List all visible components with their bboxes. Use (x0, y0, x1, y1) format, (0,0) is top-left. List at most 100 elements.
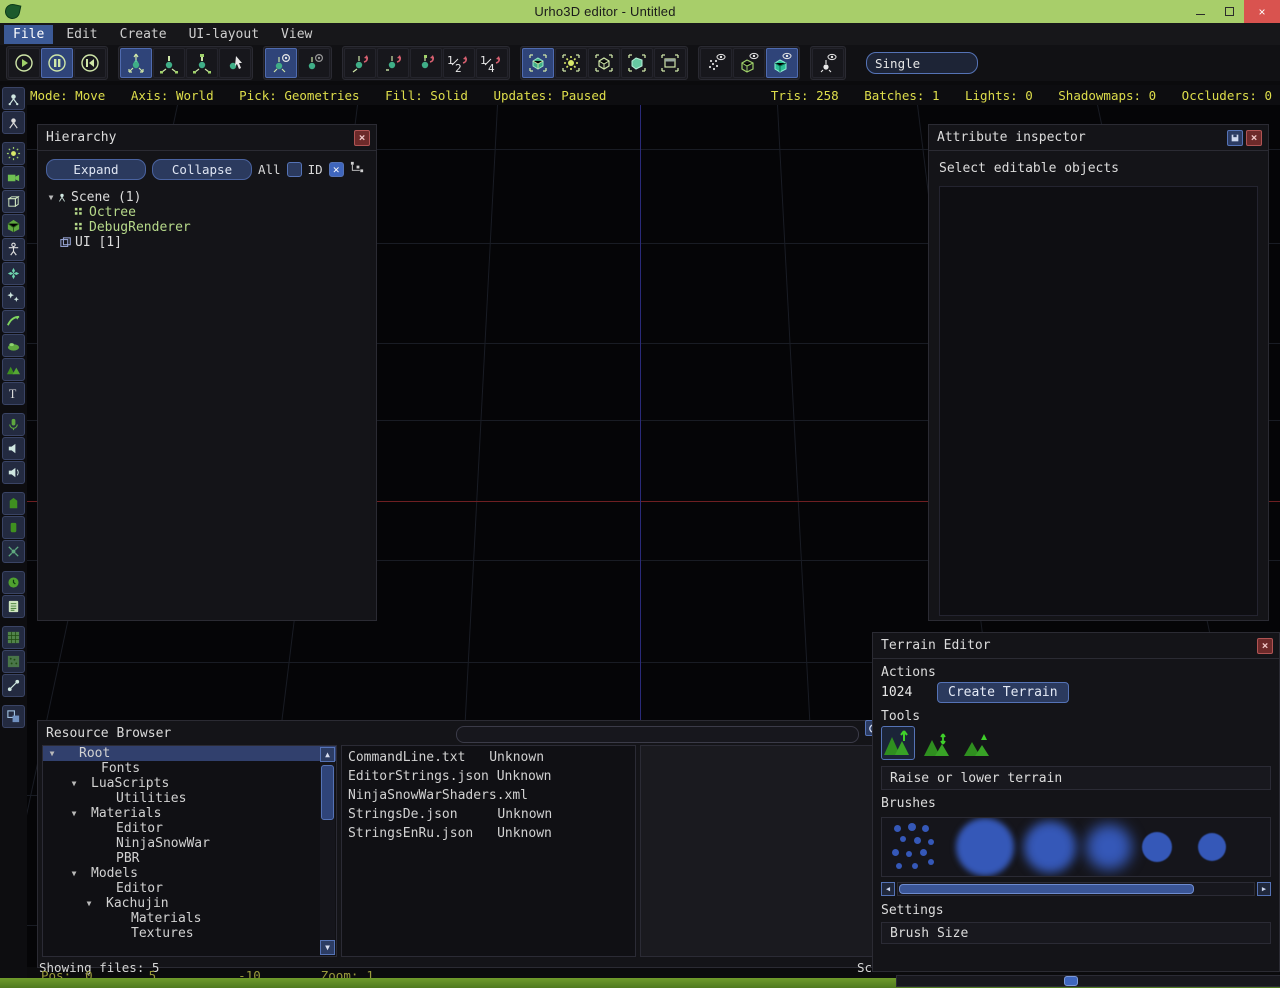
snap-move-button[interactable] (344, 48, 376, 78)
sound-listener2-icon[interactable] (2, 461, 25, 484)
animated-model-icon[interactable] (2, 214, 25, 237)
id-checkbox[interactable]: ✕ (328, 162, 344, 177)
navigable-icon[interactable] (2, 595, 25, 618)
attribute-list-area[interactable] (939, 186, 1258, 616)
edit-move-button[interactable] (120, 48, 152, 78)
file-row[interactable]: CommandLine.txt Unknown (348, 750, 635, 769)
brush-scatter[interactable] (890, 821, 946, 873)
toggle-rendering-debug-button[interactable] (812, 48, 844, 78)
text3d-icon[interactable]: T (2, 382, 25, 405)
expander-luascripts[interactable]: ▼ (69, 779, 79, 788)
collapse-button[interactable]: Collapse (152, 159, 252, 180)
collision-shape-icon[interactable] (2, 516, 25, 539)
box-icon[interactable] (2, 190, 25, 213)
ribbon-trail-icon[interactable] (2, 310, 25, 333)
pick-zones-button[interactable] (588, 48, 620, 78)
menu-create[interactable]: Create (111, 25, 176, 44)
fill-wireframe-button[interactable] (733, 48, 765, 78)
pin-icon[interactable] (1227, 129, 1243, 146)
folder-ninjasnowwar[interactable]: NinjaSnowWar (43, 836, 336, 851)
close-button[interactable]: × (1244, 0, 1280, 23)
scroll-up-icon[interactable]: ▲ (320, 747, 335, 762)
run-update-play-button[interactable] (8, 48, 40, 78)
menu-ui-layout[interactable]: UI-layout (180, 25, 268, 44)
navmesh-icon[interactable] (2, 626, 25, 649)
file-row[interactable]: EditorStrings.json Unknown (348, 769, 635, 788)
expander-materials[interactable]: ▼ (69, 809, 79, 818)
create-terrain-button[interactable]: Create Terrain (937, 682, 1069, 703)
sound-source-icon[interactable] (2, 413, 25, 436)
offmesh-connection-icon[interactable] (2, 674, 25, 697)
edit-scale-button[interactable] (186, 48, 218, 78)
terrain-raise-lower-icon[interactable] (881, 726, 915, 760)
light-icon[interactable] (2, 142, 25, 165)
menu-file[interactable]: File (4, 24, 54, 44)
expander-models[interactable]: ▼ (69, 869, 79, 878)
expand-button[interactable]: Expand (46, 159, 146, 180)
axis-local-button[interactable] (298, 48, 330, 78)
sound-listener-icon[interactable] (2, 437, 25, 460)
folder-models[interactable]: ▼ Models (43, 866, 336, 881)
camera-icon[interactable] (2, 166, 25, 189)
pick-uielements-button[interactable] (654, 48, 686, 78)
skeleton-icon[interactable] (2, 238, 25, 261)
scroll-thumb[interactable] (321, 765, 334, 820)
snap-rotate-button[interactable] (377, 48, 409, 78)
snap-half-button[interactable]: 12 (443, 48, 475, 78)
brush-soft-medium[interactable] (1024, 821, 1076, 873)
terrain-editor-close-icon[interactable]: × (1257, 637, 1273, 654)
all-checkbox[interactable] (286, 162, 302, 177)
resource-search-input[interactable] (456, 726, 859, 743)
folder-kachujin-materials[interactable]: Materials (43, 911, 336, 926)
menu-edit[interactable]: Edit (57, 25, 106, 44)
constraint-icon[interactable] (2, 540, 25, 563)
menu-view[interactable]: View (272, 25, 321, 44)
hierarchy-tree-icon[interactable] (350, 160, 365, 179)
expander-root[interactable]: ▼ (47, 749, 57, 758)
brush-scrollbar[interactable]: ◀ ▶ (881, 881, 1271, 897)
run-update-pause-button[interactable] (41, 48, 73, 78)
scroll-right-icon[interactable]: ▶ (1257, 882, 1271, 896)
tree-node-scene[interactable]: ▼ Scene (1) (44, 190, 372, 205)
folder-fonts[interactable]: Fonts (43, 761, 336, 776)
folder-kachujin[interactable]: ▼ Kachujin (43, 896, 336, 911)
node-local-icon[interactable] (2, 111, 25, 134)
scroll-left-icon[interactable]: ◀ (881, 882, 895, 896)
tree-node-ui[interactable]: UI [1] (44, 235, 372, 250)
resource-folder-tree[interactable]: ▼ Root Fonts ▼ LuaScripts Utilities ▼ Ma… (42, 745, 337, 957)
pick-rigidbodies-button[interactable] (621, 48, 653, 78)
script-icon[interactable] (2, 571, 25, 594)
folder-materials-editor[interactable]: Editor (43, 821, 336, 836)
billboard-icon[interactable] (2, 286, 25, 309)
folder-utilities[interactable]: Utilities (43, 791, 336, 806)
resource-preview-area[interactable] (640, 745, 876, 957)
brush-soft-large[interactable] (956, 818, 1014, 876)
brush-palette[interactable] (881, 817, 1271, 877)
brush-scroll-thumb[interactable] (899, 884, 1194, 894)
brush-scroll-track[interactable] (897, 882, 1255, 896)
decal-set-icon[interactable] (2, 705, 25, 728)
terrain-smooth-icon[interactable] (921, 726, 955, 760)
minimize-button[interactable] (1186, 0, 1215, 23)
attribute-inspector-close-icon[interactable]: × (1246, 129, 1262, 146)
snap-quarter-button[interactable]: 14 (476, 48, 508, 78)
axis-world-button[interactable] (265, 48, 297, 78)
folder-root[interactable]: ▼ Root (43, 746, 336, 761)
water-icon[interactable] (2, 334, 25, 357)
brush-hard-tiny[interactable] (1198, 833, 1226, 861)
terrain-level-icon[interactable] (961, 726, 995, 760)
terrain-size-field[interactable]: 1024 (881, 685, 929, 700)
tree-node-octree[interactable]: Octree (44, 205, 372, 220)
expander-kachujin[interactable]: ▼ (84, 899, 94, 908)
brush-soft-small[interactable] (1086, 824, 1132, 870)
brush-size-slider-knob[interactable] (1064, 976, 1078, 986)
snap-scale-button[interactable] (410, 48, 442, 78)
node-icon[interactable] (2, 87, 25, 110)
pick-geometries-button[interactable] (522, 48, 554, 78)
folder-models-editor[interactable]: Editor (43, 881, 336, 896)
folder-luascripts[interactable]: ▼ LuaScripts (43, 776, 336, 791)
hierarchy-tree[interactable]: ▼ Scene (1) Octree DebugRenderer UI [1] (38, 186, 376, 254)
revert-on-pause-button[interactable] (74, 48, 106, 78)
maximize-button[interactable] (1215, 0, 1244, 23)
brush-hard-small[interactable] (1142, 832, 1172, 862)
